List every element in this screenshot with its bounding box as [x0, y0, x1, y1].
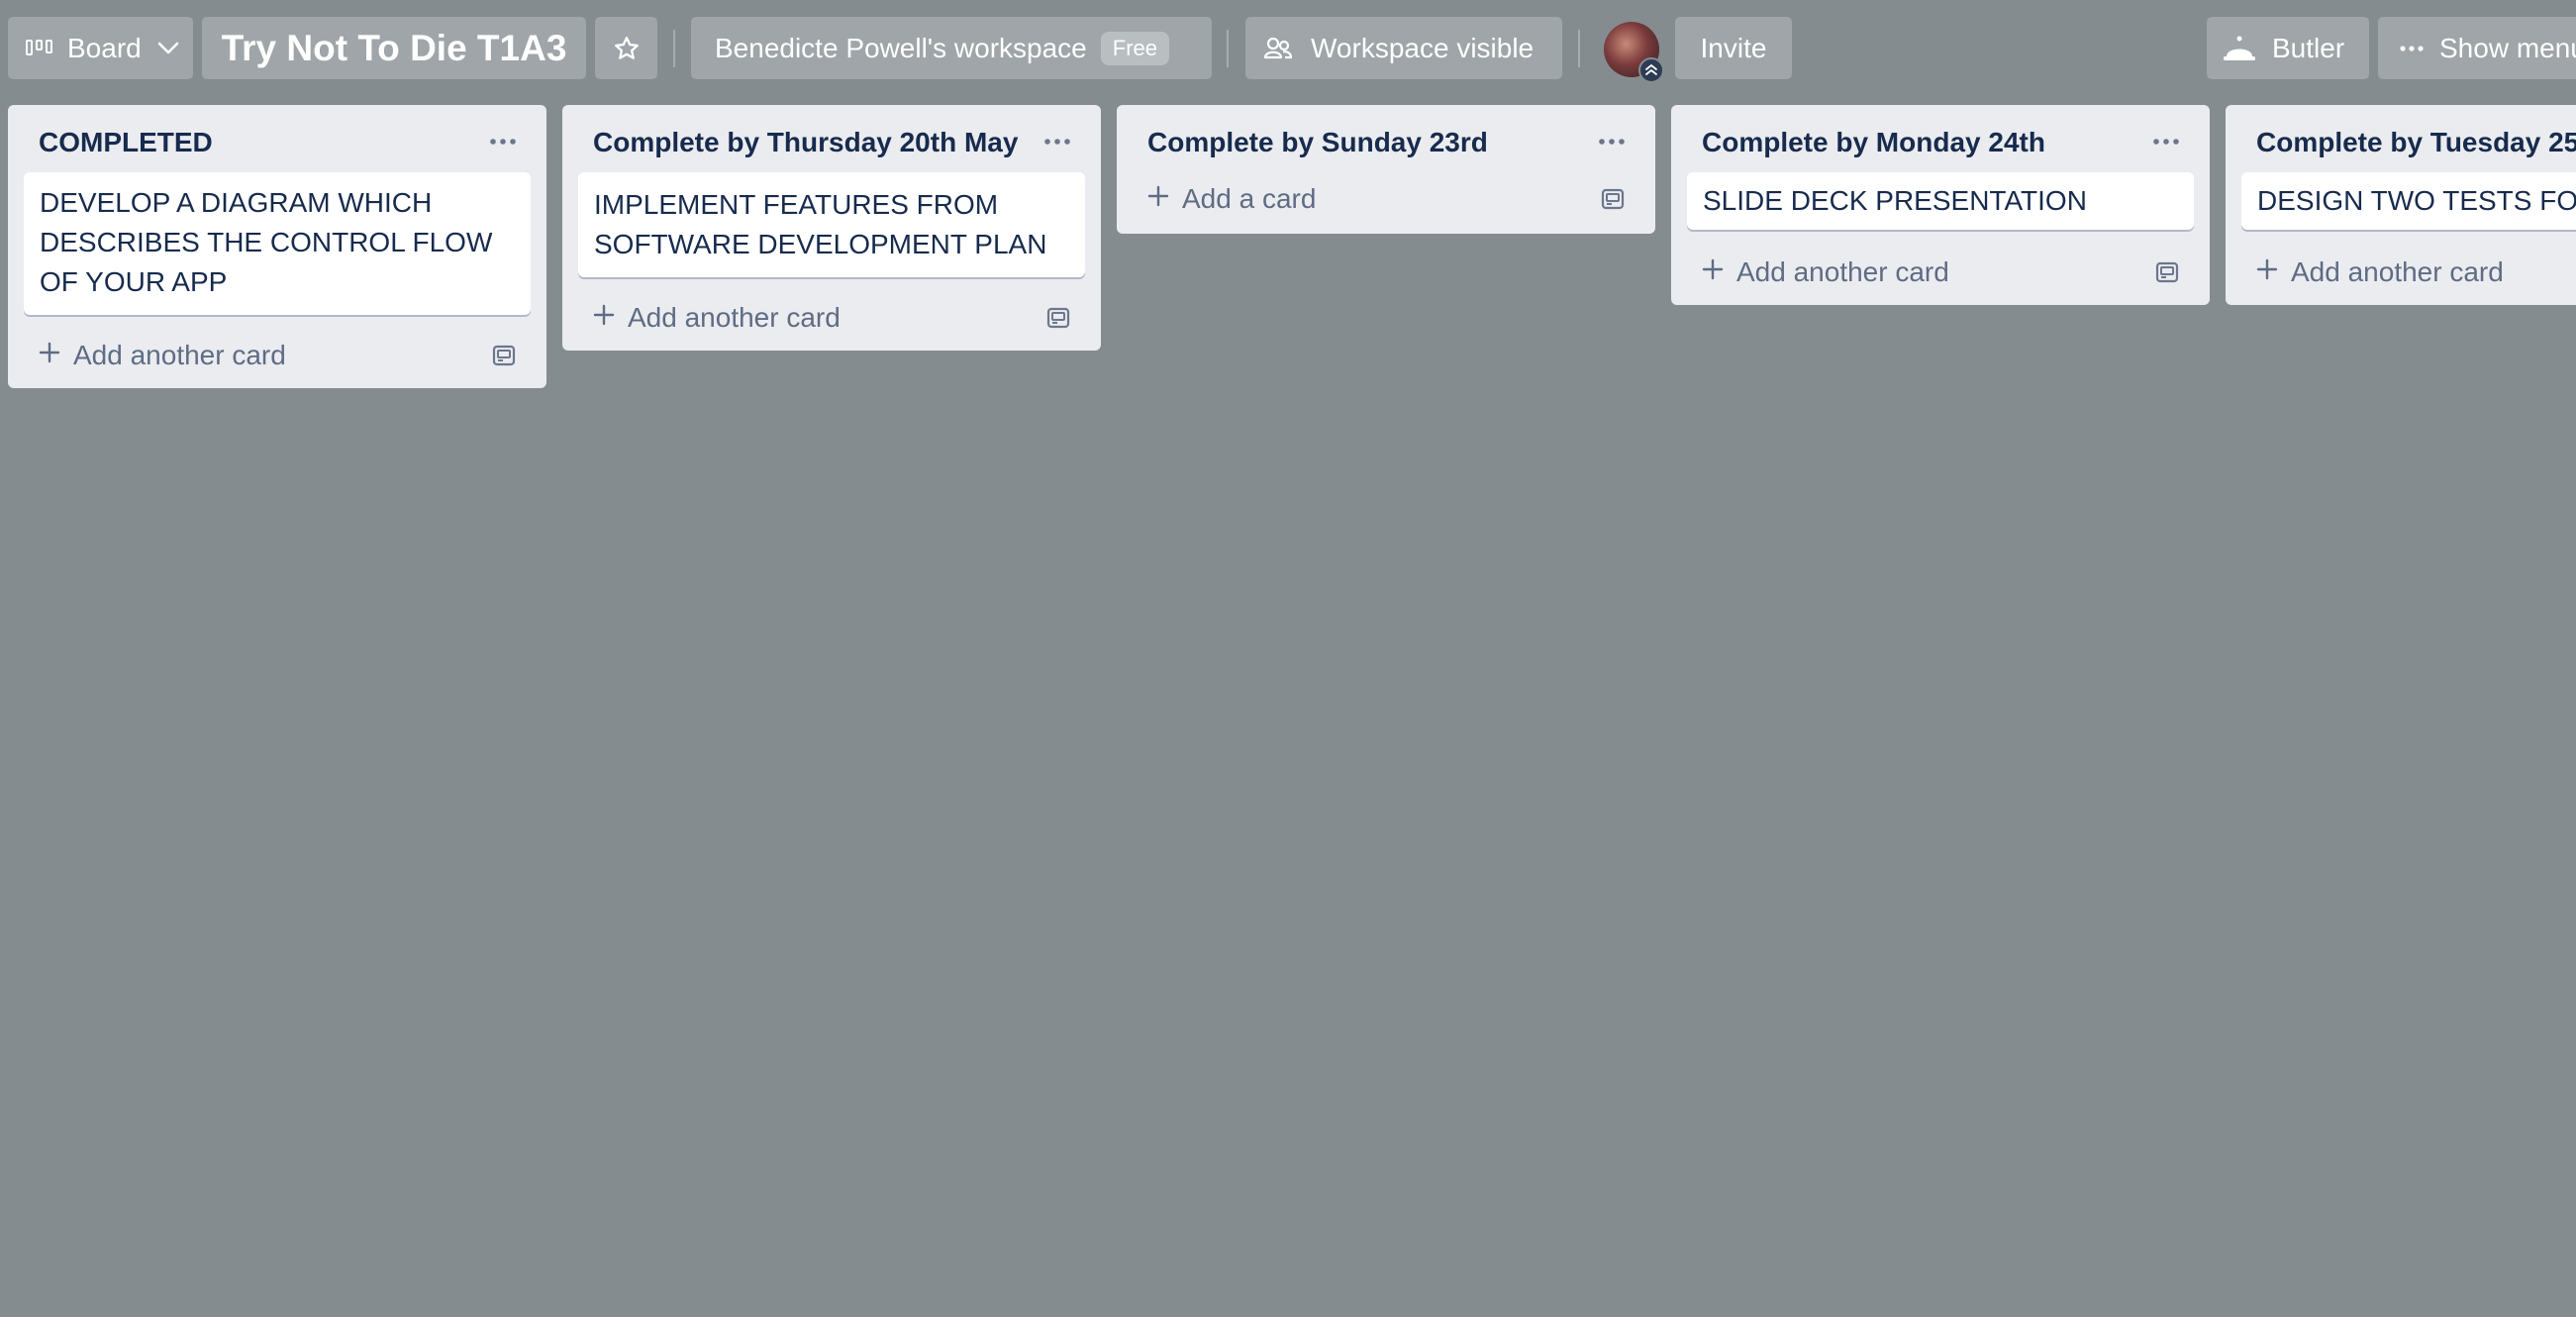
workspace-name: Benedicte Powell's workspace [715, 32, 1087, 63]
visibility-icon [1263, 36, 1293, 61]
workspace-button[interactable]: Benedicte Powell's workspace Free [691, 17, 1212, 79]
invite-button[interactable]: Invite [1675, 17, 1792, 79]
bell-icon [2223, 35, 2256, 62]
card[interactable]: DEVELOP A DIAGRAM WHICH DESCRIBES THE CO… [24, 172, 531, 315]
add-card-button[interactable]: Add another card [8, 323, 546, 388]
list-title-text: Complete by Sunday 23rd [1147, 127, 1488, 157]
list-sunday: Complete by Sunday 23rd Add a card [1117, 105, 1655, 234]
more-icon [2400, 45, 2424, 52]
list-menu-icon[interactable] [1594, 127, 1630, 156]
header-divider [673, 30, 675, 67]
list-title[interactable]: COMPLETED [8, 105, 546, 162]
add-card-button[interactable]: Add another card [562, 285, 1101, 351]
butler-label: Butler [2272, 32, 2345, 63]
board-title-button[interactable]: Try Not To Die T1A3 [202, 17, 586, 79]
butler-button[interactable]: Butler [2207, 17, 2369, 79]
list-menu-icon[interactable] [2148, 127, 2184, 156]
list-thursday: Complete by Thursday 20th May IMPLEMENT … [562, 105, 1101, 351]
list-title[interactable]: Complete by Tuesday 25 [2226, 105, 2576, 162]
card-template-icon[interactable] [1600, 186, 1626, 219]
card-template-icon[interactable] [1045, 305, 1071, 338]
add-card-label: Add another card [1736, 256, 1949, 287]
show-menu-button[interactable]: Show menu [2378, 17, 2576, 79]
list-tuesday: Complete by Tuesday 25 DESIGN TWO TESTS … [2226, 105, 2576, 305]
add-card-label: Add a card [1182, 183, 1317, 214]
visibility-button[interactable]: Workspace visible [1245, 17, 1562, 79]
chevron-down-icon [157, 42, 179, 55]
plus-icon [1146, 183, 1170, 215]
invite-label: Invite [1700, 32, 1767, 63]
list-monday: Complete by Monday 24th SLIDE DECK PRESE… [1671, 105, 2210, 305]
card-title: SLIDE DECK PRESENTATION [1703, 185, 2087, 216]
board-header: Board Try Not To Die T1A3 Benedicte Powe… [0, 0, 2576, 99]
card[interactable]: SLIDE DECK PRESENTATION [1687, 172, 2194, 230]
visibility-label: Workspace visible [1311, 32, 1535, 63]
add-card-label: Add another card [73, 340, 286, 370]
card-template-icon[interactable] [491, 343, 517, 375]
card-title: IMPLEMENT FEATURES FROM SOFTWARE DEVELOP… [594, 189, 1047, 259]
list-title[interactable]: Complete by Thursday 20th May [562, 105, 1101, 162]
plus-icon [1701, 256, 1725, 288]
view-switcher-button[interactable]: Board [8, 17, 193, 79]
board-title: Try Not To Die T1A3 [221, 27, 567, 68]
plus-icon [2255, 256, 2279, 288]
card[interactable]: IMPLEMENT FEATURES FROM SOFTWARE DEVELOP… [578, 172, 1085, 277]
add-card-label: Add another card [628, 302, 841, 333]
admin-chevron-icon [1638, 57, 1664, 83]
list-menu-icon[interactable] [485, 127, 521, 156]
list-title[interactable]: Complete by Monday 24th [1671, 105, 2210, 162]
list-title-text: Complete by Monday 24th [1702, 127, 2045, 157]
add-card-button[interactable]: Add a card [1117, 166, 1655, 232]
card[interactable]: DESIGN TWO TESTS FOR [2241, 172, 2576, 230]
list-title-text: COMPLETED [39, 127, 213, 157]
show-menu-label: Show menu [2439, 32, 2576, 63]
list-title-text: Complete by Tuesday 25 [2256, 127, 2576, 157]
star-button[interactable] [595, 17, 657, 79]
list-title[interactable]: Complete by Sunday 23rd [1117, 105, 1655, 162]
plan-badge: Free [1100, 31, 1170, 65]
board-icon [26, 39, 55, 58]
add-card-button[interactable]: Add another card [1671, 240, 2210, 305]
star-icon [613, 35, 641, 62]
list-menu-icon[interactable] [1040, 127, 1075, 156]
card-title: DESIGN TWO TESTS FOR [2257, 185, 2576, 216]
add-card-label: Add another card [2291, 256, 2504, 287]
plus-icon [38, 340, 61, 371]
view-switcher-label: Board [67, 32, 142, 63]
card-template-icon[interactable] [2154, 259, 2180, 292]
list-completed: COMPLETED DEVELOP A DIAGRAM WHICH DESCRI… [8, 105, 546, 388]
plus-icon [592, 302, 616, 334]
list-title-text: Complete by Thursday 20th May [593, 127, 1019, 157]
header-divider [1578, 30, 1580, 67]
add-card-button[interactable]: Add another card [2226, 240, 2576, 305]
card-title: DEVELOP A DIAGRAM WHICH DESCRIBES THE CO… [40, 187, 493, 297]
header-divider [1227, 30, 1229, 67]
